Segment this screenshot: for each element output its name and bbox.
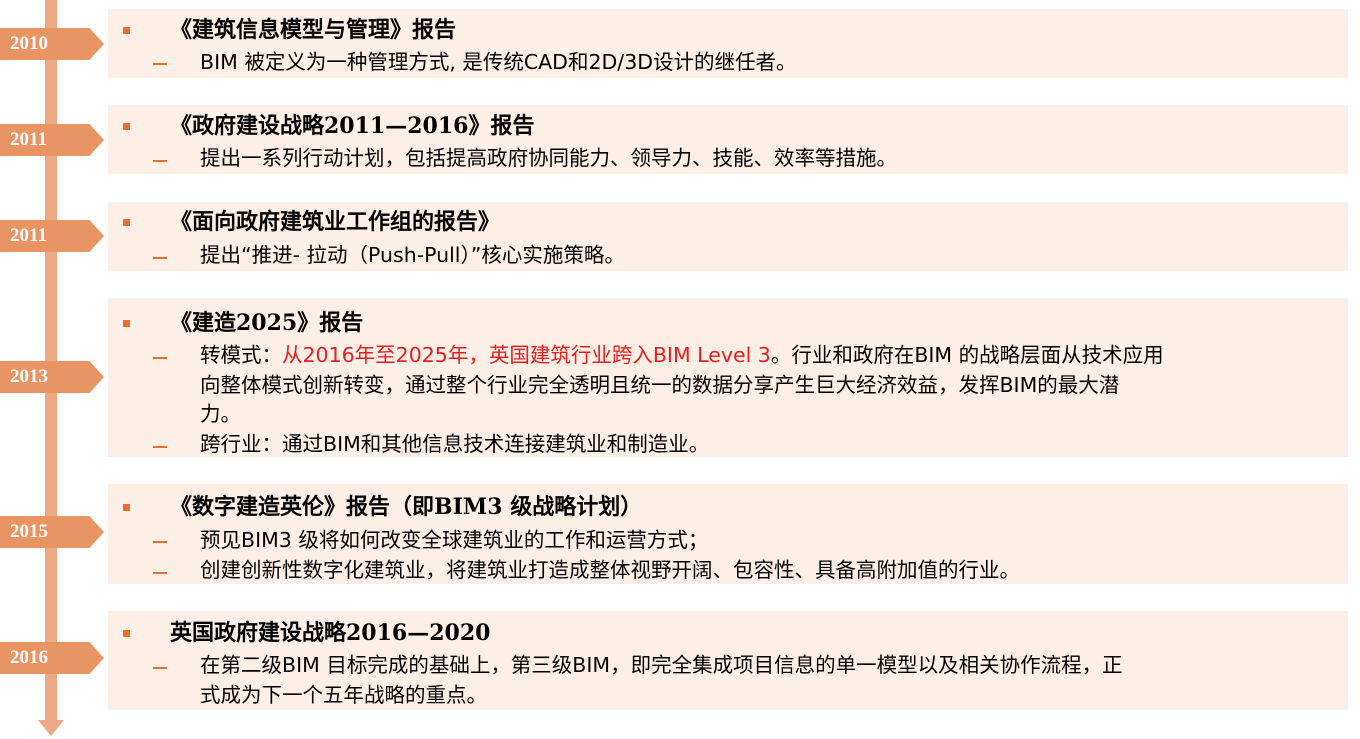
dash-icon <box>153 572 167 574</box>
entry-item-line: 式成为下一个五年战略的重点。 <box>200 683 487 707</box>
year-label: 2010 <box>0 28 104 60</box>
timeline-arrow-icon <box>38 720 64 736</box>
entry-title: 《建造2025》报告 <box>170 310 364 336</box>
year-label: 2015 <box>0 516 104 548</box>
item-rest: 。行业和政府在BIM 的战略层面从技术应用 <box>770 343 1164 367</box>
entry-item-line: 在第二级BIM 目标完成的基础上，第三级BIM，即完全集成项目信息的单一模型以及… <box>200 653 1123 677</box>
entry-title: 英国政府建设战略2016—2020 <box>170 620 491 646</box>
bullet-icon <box>123 630 130 637</box>
dash-icon <box>153 667 167 669</box>
entry-title: 《政府建设战略2011—2016》报告 <box>170 113 535 139</box>
dash-icon <box>153 160 167 162</box>
entry-item: BIM 被定义为一种管理方式, 是传统CAD和2D/3D设计的继任者。 <box>200 50 797 74</box>
bullet-icon <box>123 123 130 130</box>
dash-icon <box>153 257 167 259</box>
year-label: 2011 <box>0 220 104 252</box>
entry-item: 跨行业：通过BIM和其他信息技术连接建筑业和制造业。 <box>200 432 710 456</box>
bullet-icon <box>123 27 130 34</box>
dash-icon <box>153 357 167 359</box>
bullet-icon <box>123 219 130 226</box>
item-prefix: 转模式： <box>200 343 282 367</box>
bullet-icon <box>123 320 130 327</box>
entry-item-line: 力。 <box>200 402 241 426</box>
entry-item: 预见BIM3 级将如何改变全球建筑业的工作和运营方式； <box>200 528 709 552</box>
entry-title: 《建筑信息模型与管理》报告 <box>170 17 457 43</box>
dash-icon <box>153 63 167 65</box>
entry-item: 提出一系列行动计划，包括提高政府协同能力、领导力、技能、效率等措施。 <box>200 146 897 170</box>
item-highlight: 从2016年至2025年，英国建筑行业跨入BIM Level 3 <box>282 343 771 367</box>
entry-item-line: 转模式：从2016年至2025年，英国建筑行业跨入BIM Level 3。行业和… <box>200 341 1164 369</box>
dash-icon <box>153 541 167 543</box>
year-label: 2011 <box>0 124 104 156</box>
entry-title: 《数字建造英伦》报告（即BIM3 级战略计划） <box>170 494 643 520</box>
dash-icon <box>153 446 167 448</box>
year-label: 2013 <box>0 361 104 393</box>
entry-title: 《面向政府建筑业工作组的报告》 <box>170 209 501 235</box>
entry-item: 提出“推进- 拉动（Push-Pull）”核心实施策略。 <box>200 243 625 267</box>
entry-item: 创建创新性数字化建筑业，将建筑业打造成整体视野开阔、包容性、具备高附加值的行业。 <box>200 558 1020 582</box>
year-label: 2016 <box>0 642 104 674</box>
entry-item-line: 向整体模式创新转变，通过整个行业完全透明且统一的数据分享产生巨大经济效益，发挥B… <box>200 373 1120 397</box>
bullet-icon <box>123 504 130 511</box>
